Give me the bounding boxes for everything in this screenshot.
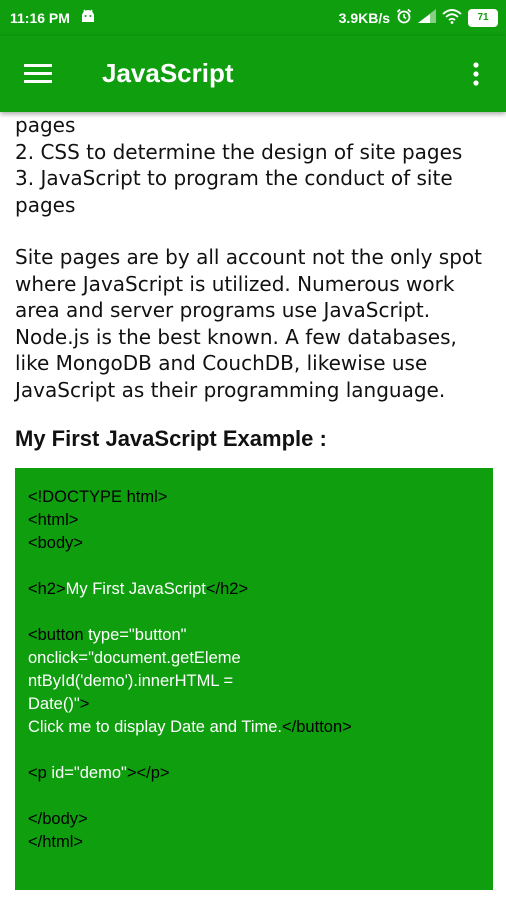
article-text: pages 2. CSS to determine the design of … bbox=[15, 112, 495, 403]
article-content[interactable]: pages 2. CSS to determine the design of … bbox=[0, 112, 506, 900]
status-right: 3.9KB/s 71 bbox=[333, 8, 498, 27]
code-tag: </button> bbox=[282, 718, 352, 736]
article-line: 2. CSS to determine the design of site p… bbox=[15, 139, 463, 164]
code-tag: </h2> bbox=[205, 580, 249, 598]
app-title: JavaScript bbox=[102, 58, 234, 88]
code-text: Click me to display Date and Time. bbox=[28, 718, 283, 736]
status-bar: 11:16 PM 3.9KB/s 71 bbox=[0, 0, 506, 36]
network-speed: 3.9KB/s bbox=[338, 9, 390, 26]
more-vert-icon[interactable] bbox=[468, 58, 484, 90]
code-example-box: <!DOCTYPE html> <html> <body> <h2>My Fir… bbox=[15, 468, 493, 890]
code-tag: > bbox=[79, 695, 90, 713]
article-line: pages bbox=[15, 113, 76, 137]
code-tag: ></p> bbox=[126, 764, 170, 782]
article-paragraph: Site pages are by all account not the on… bbox=[15, 245, 482, 402]
status-left: 11:16 PM bbox=[10, 9, 96, 26]
status-time: 11:16 PM bbox=[10, 9, 70, 26]
code-line: </html> bbox=[28, 833, 84, 851]
code-text: My First JavaScript bbox=[65, 580, 206, 598]
code-line: <!DOCTYPE html> bbox=[28, 488, 168, 506]
code-attr: ntById('demo').innerHTML = bbox=[28, 672, 234, 690]
example-heading: My First JavaScript Example : bbox=[15, 426, 327, 451]
alarm-icon bbox=[396, 8, 412, 27]
android-icon bbox=[80, 9, 96, 26]
code-attr: type="button" bbox=[83, 626, 187, 644]
code-tag: <p bbox=[28, 764, 47, 782]
signal-icon bbox=[418, 9, 436, 26]
wifi-icon bbox=[442, 8, 462, 27]
code-attr: onclick="document.getEleme bbox=[28, 649, 241, 667]
hamburger-menu-icon[interactable] bbox=[24, 60, 54, 88]
code-tag: <button bbox=[28, 626, 84, 644]
code-attr: Date()" bbox=[28, 695, 80, 713]
article-line: 3. JavaScript to program the conduct of … bbox=[15, 166, 453, 217]
code-line: <body> bbox=[28, 534, 84, 552]
code-tag: <h2> bbox=[28, 580, 66, 598]
code-line: <html> bbox=[28, 511, 79, 529]
code-attr: id="demo" bbox=[46, 764, 127, 782]
code-block: <!DOCTYPE html> <html> <body> <h2>My Fir… bbox=[28, 486, 478, 854]
code-line: </body> bbox=[28, 810, 88, 828]
app-bar: JavaScript bbox=[0, 36, 506, 112]
battery-icon: 71 bbox=[468, 8, 498, 27]
